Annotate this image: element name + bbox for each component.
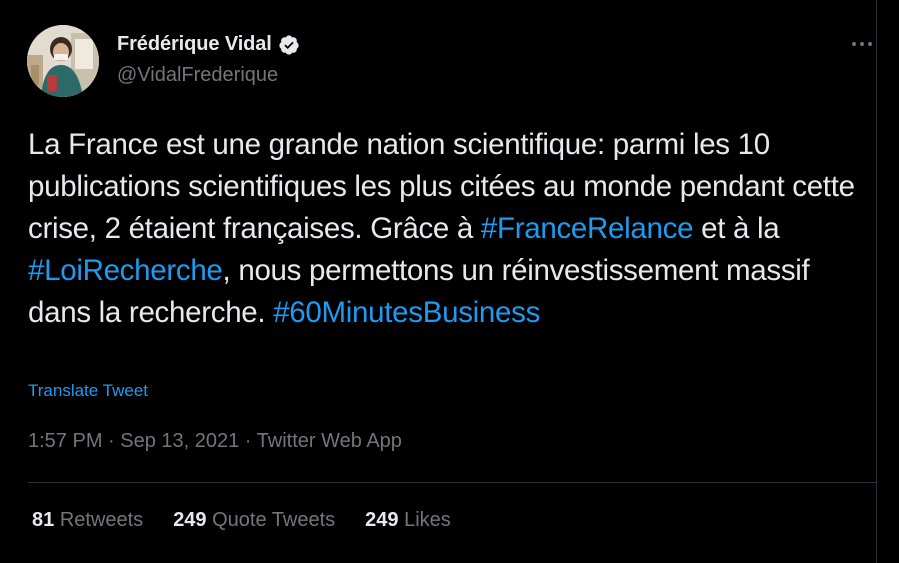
more-options-icon[interactable] (849, 34, 875, 54)
tweet-text-segment: et à la (693, 212, 780, 245)
right-border (876, 0, 877, 563)
author-name[interactable]: Frédérique Vidal (117, 33, 272, 56)
tweet-timestamp[interactable]: 1:57 PM · Sep 13, 2021 · Twitter Web App (28, 430, 402, 453)
likes-count: 249 (365, 509, 399, 531)
author-handle[interactable]: @VidalFrederique (117, 64, 278, 87)
likes-label: Likes (404, 509, 451, 531)
hashtag-link[interactable]: #60MinutesBusiness (273, 296, 540, 329)
hashtag-link[interactable]: #FranceRelance (481, 212, 694, 245)
retweets-count: 81 (32, 509, 55, 531)
divider (28, 482, 877, 483)
retweets-label: Retweets (59, 509, 144, 531)
quote-tweets-stat[interactable]: 249 Quote Tweets (173, 509, 335, 532)
quote-tweets-label: Quote Tweets (212, 509, 336, 531)
likes-stat[interactable]: 249 Likes (365, 509, 451, 532)
verified-badge-icon (278, 34, 300, 56)
retweets-stat[interactable]: 81 Retweets (32, 509, 143, 532)
tweet-text: La France est une grande nation scientif… (28, 124, 873, 334)
top-border (0, 0, 877, 7)
quote-tweets-count: 249 (173, 509, 207, 531)
avatar-image (27, 25, 99, 97)
hashtag-link[interactable]: #LoiRecherche (28, 254, 223, 287)
avatar[interactable] (27, 25, 99, 97)
tweet-card: Frédérique Vidal @VidalFrederique La Fra… (0, 0, 899, 563)
translate-tweet-link[interactable]: Translate Tweet (28, 381, 148, 401)
author-row: Frédérique Vidal (117, 33, 300, 56)
tweet-stats: 81 Retweets 249 Quote Tweets 249 Likes (32, 509, 481, 532)
